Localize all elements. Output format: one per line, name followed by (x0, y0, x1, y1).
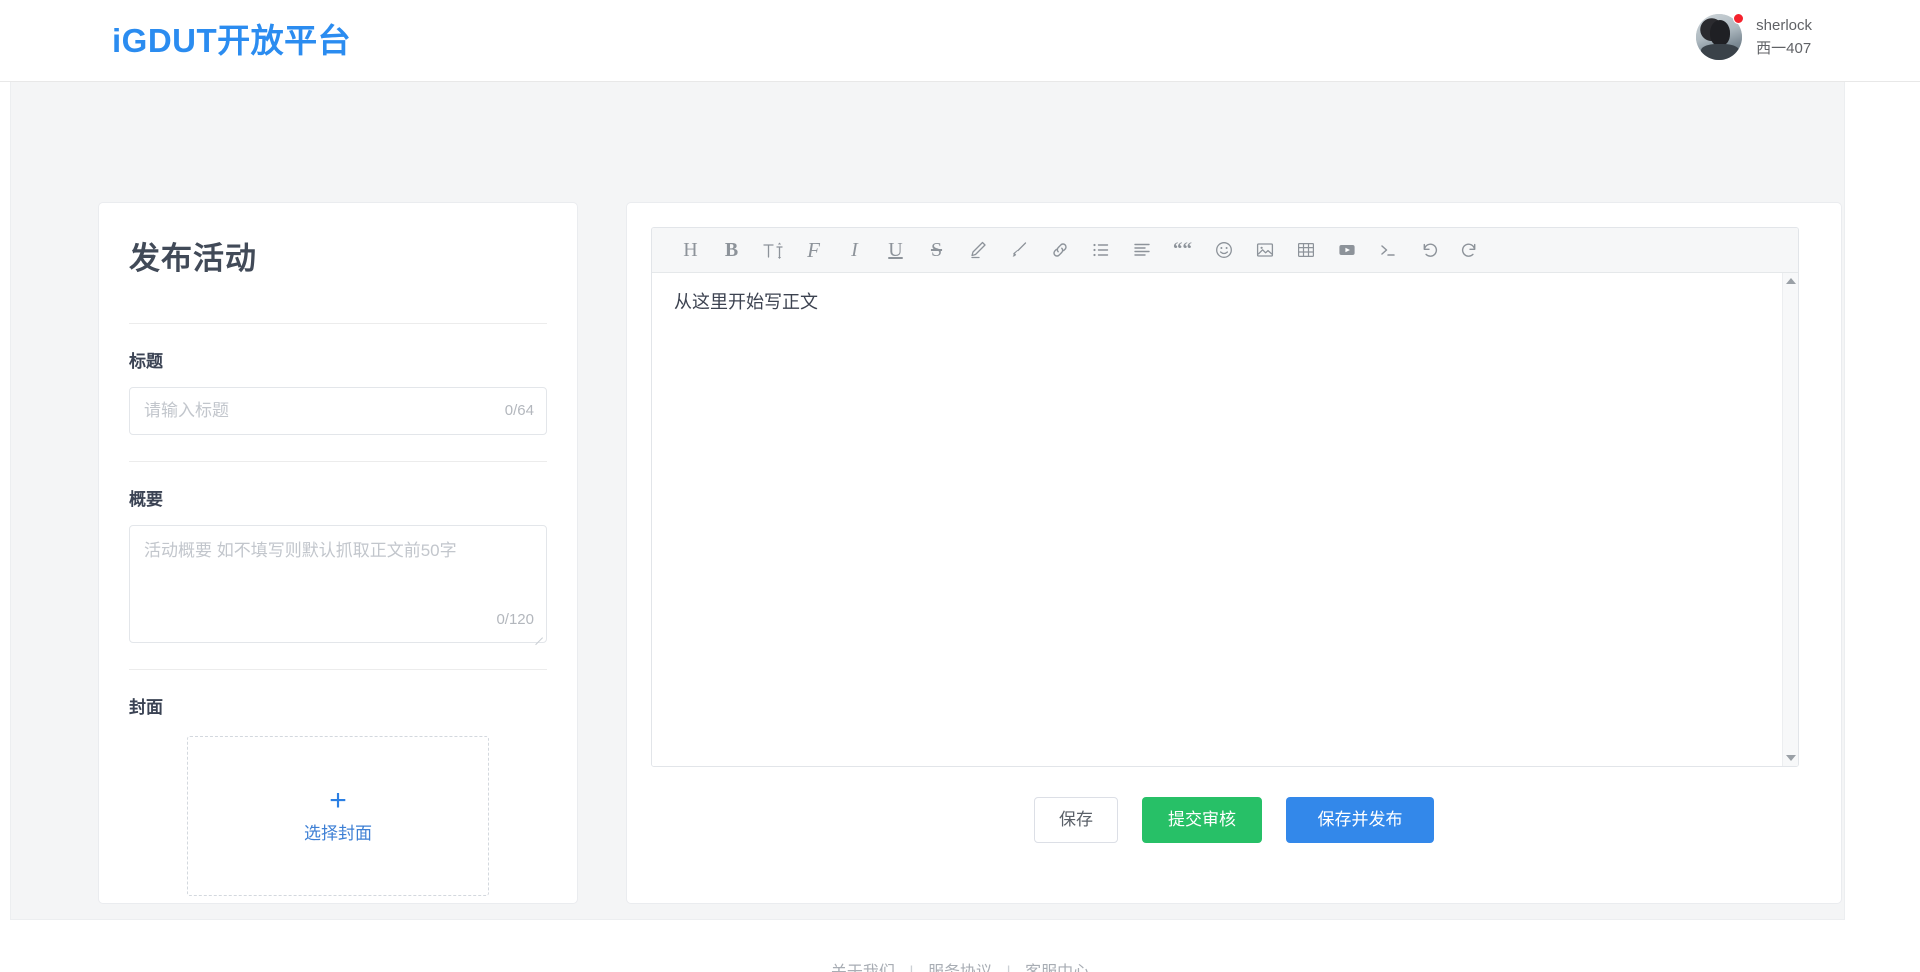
underline-icon[interactable]: U (875, 232, 916, 268)
font-family-icon[interactable]: F (793, 232, 834, 268)
table-icon[interactable] (1285, 232, 1326, 268)
code-icon[interactable] (1367, 232, 1408, 268)
save-button[interactable]: 保存 (1034, 797, 1118, 843)
summary-label: 概要 (129, 490, 163, 509)
editor-body[interactable]: 从这里开始写正文 (652, 273, 1798, 766)
strikethrough-icon[interactable]: S (916, 232, 957, 268)
highlight-pen-icon[interactable] (957, 232, 998, 268)
scroll-up-arrow-icon[interactable] (1785, 278, 1796, 284)
link-icon[interactable] (1039, 232, 1080, 268)
avatar-photo-head (1709, 20, 1731, 47)
site-header: iGDUT开放平台 sherlock 西一407 (0, 0, 1920, 82)
redo-icon[interactable] (1449, 232, 1490, 268)
footer-separator-2: | (1006, 964, 1010, 972)
plus-icon: + (329, 784, 347, 817)
avatar-wrapper[interactable] (1696, 13, 1745, 60)
field-cover: 封面 + 选择封面 (129, 696, 547, 896)
page-title: 发布活动 (129, 241, 257, 276)
rich-text-editor: H B F I U S ““ 从这里开始写正文 (651, 227, 1799, 767)
text-color-brush-icon[interactable] (998, 232, 1039, 268)
italic-icon[interactable]: I (834, 232, 875, 268)
footer-link-about[interactable]: 关于我们 (831, 964, 895, 972)
blockquote-icon[interactable]: ““ (1162, 232, 1203, 268)
editor-scrollbar[interactable] (1782, 273, 1798, 766)
image-icon[interactable] (1244, 232, 1285, 268)
editor-content-text[interactable]: 从这里开始写正文 (674, 289, 1776, 315)
avatar-photo-body (1700, 44, 1740, 60)
site-footer: 关于我们 | 服务协议 | 客服中心 Copyright © 2019 iGDU… (0, 920, 1920, 972)
user-area[interactable]: sherlock 西一407 (1696, 13, 1812, 60)
footer-link-terms[interactable]: 服务协议 (928, 964, 992, 972)
summary-textarea[interactable] (129, 525, 547, 643)
video-icon[interactable] (1326, 232, 1367, 268)
title-input-wrap: 0/64 (129, 387, 547, 435)
align-icon[interactable] (1121, 232, 1162, 268)
field-summary: 概要 0/120 (129, 488, 547, 643)
title-field-divider (129, 461, 547, 462)
editor-card: H B F I U S ““ 从这里开始写正文 保存 提交审核 保存并发布 (626, 202, 1842, 904)
footer-link-support[interactable]: 客服中心 (1025, 964, 1089, 972)
title-label: 标题 (129, 352, 163, 371)
footer-separator-1: | (909, 964, 913, 972)
editor-toolbar: H B F I U S ““ (652, 228, 1798, 273)
cover-select-label: 选择封面 (304, 824, 372, 843)
submit-review-button[interactable]: 提交审核 (1142, 797, 1262, 843)
publish-form-card: 发布活动 标题 0/64 概要 0/120 封面 + 选择封面 (98, 202, 578, 904)
footer-links: 关于我们 | 服务协议 | 客服中心 (0, 920, 1920, 972)
header-icon[interactable]: H (670, 232, 711, 268)
undo-icon[interactable] (1408, 232, 1449, 268)
scroll-down-arrow-icon[interactable] (1785, 755, 1796, 761)
bullet-list-icon[interactable] (1080, 232, 1121, 268)
title-input[interactable] (129, 387, 547, 435)
cover-upload-box[interactable]: + 选择封面 (187, 736, 489, 896)
cover-label: 封面 (129, 698, 163, 717)
field-title: 标题 0/64 (129, 350, 547, 435)
brand-logo[interactable]: iGDUT开放平台 (112, 20, 351, 62)
summary-field-divider (129, 669, 547, 670)
user-name: sherlock (1756, 16, 1812, 34)
notification-dot-icon[interactable] (1733, 13, 1745, 24)
action-buttons: 保存 提交审核 保存并发布 (627, 797, 1841, 843)
bold-icon[interactable]: B (711, 232, 752, 268)
title-divider (129, 323, 547, 324)
user-location: 西一407 (1756, 39, 1812, 57)
emoji-icon[interactable] (1203, 232, 1244, 268)
summary-input-wrap: 0/120 (129, 525, 547, 643)
save-and-publish-button[interactable]: 保存并发布 (1286, 797, 1434, 843)
font-size-icon[interactable] (752, 232, 793, 268)
user-meta: sherlock 西一407 (1756, 16, 1812, 59)
page-shell: 发布活动 标题 0/64 概要 0/120 封面 + 选择封面 (0, 82, 1920, 972)
